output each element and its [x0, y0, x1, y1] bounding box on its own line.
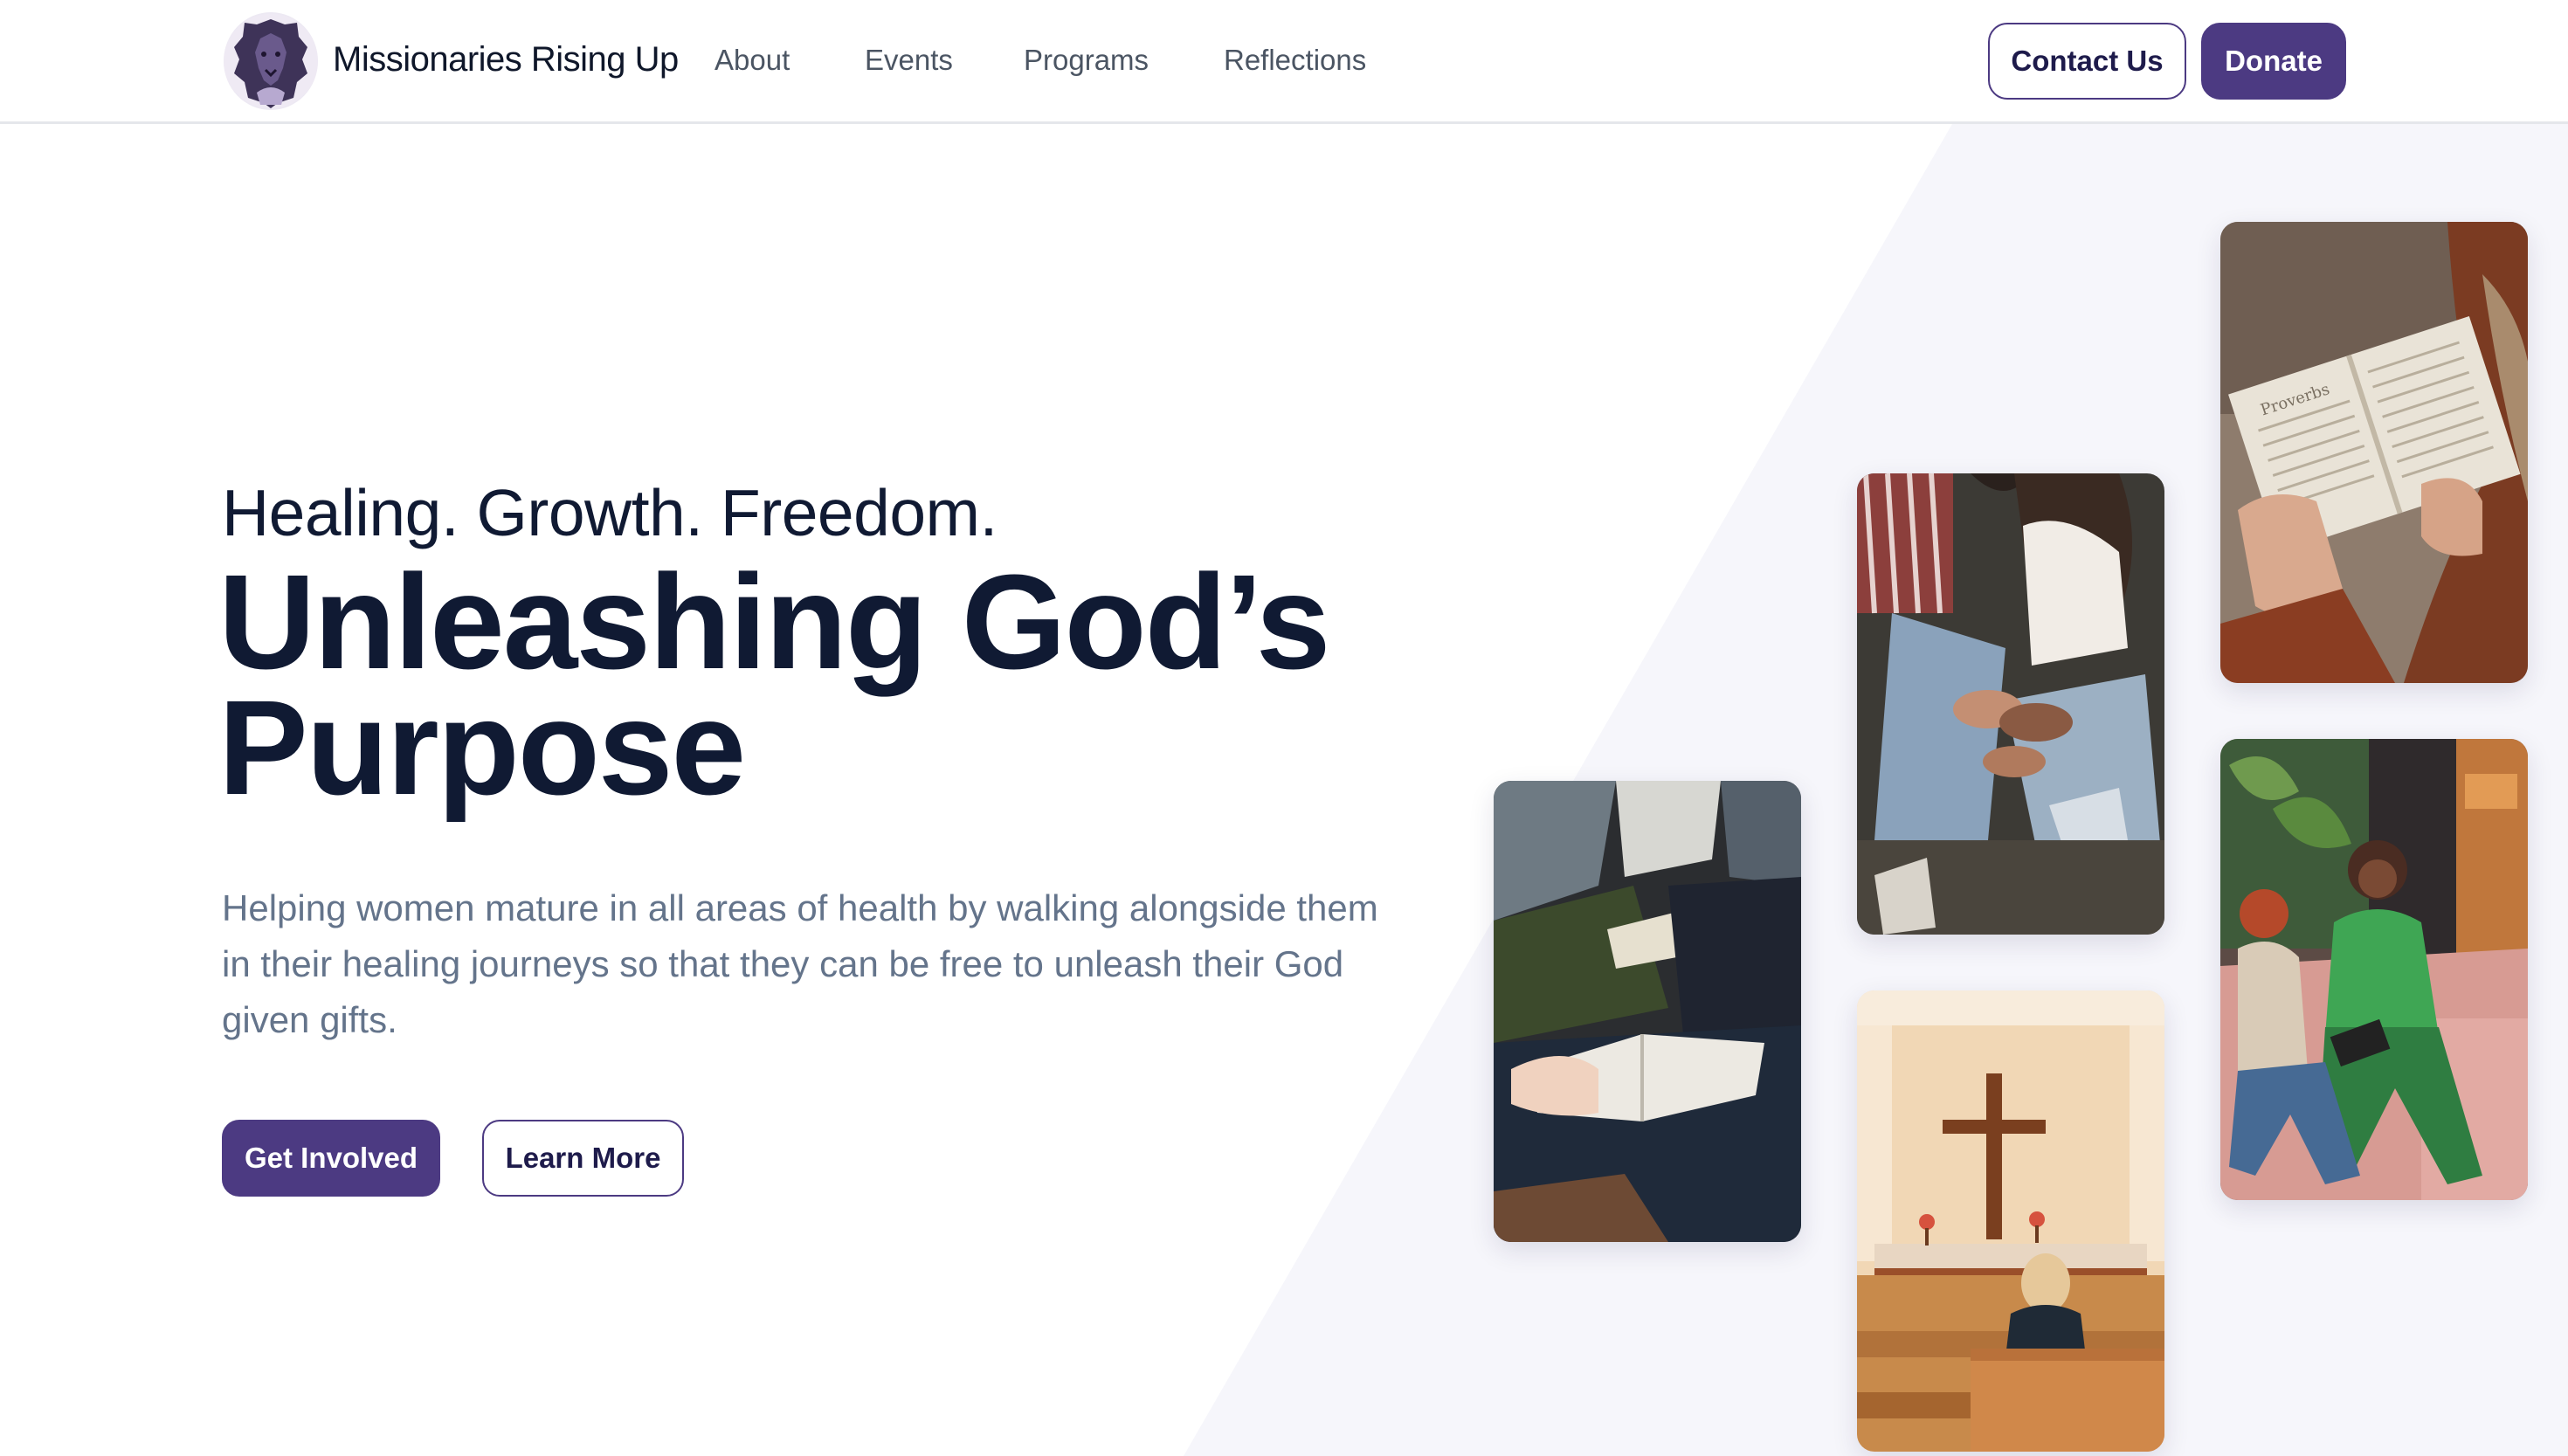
contact-us-button[interactable]: Contact Us [1988, 23, 2186, 100]
bible-reading-photo: Proverbs [2220, 222, 2528, 683]
women-conversation-photo [2220, 739, 2528, 1200]
nav-programs[interactable]: Programs [1024, 44, 1149, 77]
church-cross-photo [1857, 990, 2164, 1452]
donate-button[interactable]: Donate [2201, 23, 2346, 100]
get-involved-button[interactable]: Get Involved [222, 1120, 440, 1197]
learn-more-button[interactable]: Learn More [482, 1120, 684, 1197]
nav-about[interactable]: About [714, 44, 790, 77]
nav-events[interactable]: Events [865, 44, 953, 77]
headline-line-2: Purpose [218, 673, 746, 823]
lion-logo-icon[interactable] [224, 12, 318, 110]
nav-reflections[interactable]: Reflections [1224, 44, 1366, 77]
praying-hands-photo [1857, 473, 2164, 935]
hero-tagline: Healing. Growth. Freedom. [222, 476, 998, 549]
brand-name[interactable]: Missionaries Rising Up [333, 40, 679, 79]
hero-headline: Unleashing God’s Purpose [218, 555, 1441, 815]
site-header: Missionaries Rising Up About Events Prog… [0, 0, 2568, 124]
hero-description: Helping women mature in all areas of hea… [222, 887, 1378, 1040]
notebook-study-photo [1494, 781, 1801, 1242]
